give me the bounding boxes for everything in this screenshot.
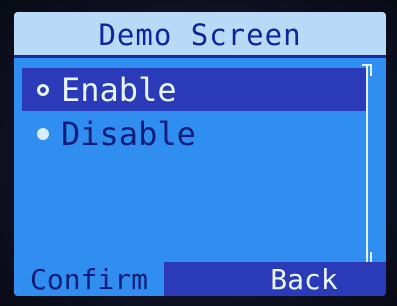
lcd-screen: Demo Screen Enable Disable Confirm Back [14,12,386,296]
option-disable-label: Disable [61,114,196,153]
scrollbar[interactable] [362,64,376,264]
back-button[interactable]: Back [229,262,379,296]
option-list: Enable Disable [22,60,366,260]
confirm-button[interactable]: Confirm [14,262,164,296]
radio-empty-icon [37,83,49,96]
title-bar: Demo Screen [14,12,386,58]
option-disable[interactable]: Disable [22,112,366,155]
option-enable[interactable]: Enable [22,68,366,111]
radio-filled-icon [37,127,49,140]
option-enable-label: Enable [61,70,177,109]
device-bezel: Demo Screen Enable Disable Confirm Back [0,0,397,306]
scrollbar-top-cap [362,64,372,76]
softkey-bar: Confirm Back [14,262,386,296]
page-title: Demo Screen [98,18,302,52]
